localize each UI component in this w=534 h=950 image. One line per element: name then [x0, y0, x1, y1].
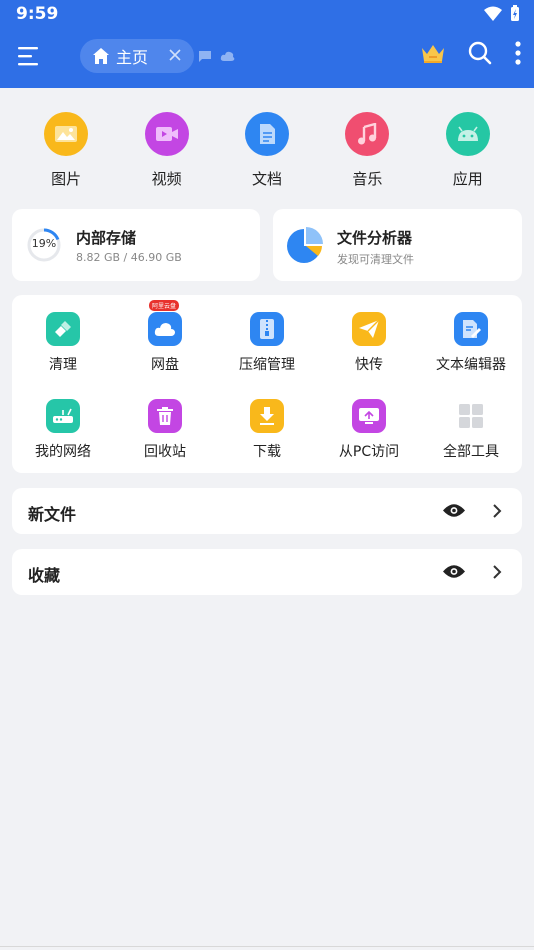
top-bar: 9:59 主页: [0, 0, 534, 88]
tool-label: 文本编辑器: [436, 357, 506, 373]
eye-icon[interactable]: [442, 563, 466, 580]
home-tab-label: 主页: [116, 48, 149, 67]
monitor-icon: [352, 399, 386, 433]
text-edit-icon: [454, 312, 488, 346]
bottom-divider: [0, 946, 534, 947]
chevron-right-icon[interactable]: [492, 503, 502, 519]
router-icon: [46, 399, 80, 433]
new-files-title: 新文件: [28, 505, 77, 524]
tool-clean[interactable]: 清理: [12, 312, 114, 374]
file-analyzer-card[interactable]: 文件分析器 发现可清理文件: [273, 209, 522, 281]
category-images[interactable]: 图片: [23, 112, 109, 192]
category-documents[interactable]: 文档: [224, 112, 310, 192]
category-label: 应用: [452, 170, 483, 188]
document-icon: [244, 112, 289, 156]
aliyun-badge: 阿里云盘: [149, 300, 180, 311]
eye-icon[interactable]: [442, 502, 466, 519]
chevron-right-icon[interactable]: [492, 564, 502, 580]
message-tab-icon[interactable]: [198, 50, 212, 63]
home-icon: [93, 48, 109, 64]
category-music[interactable]: 音乐: [324, 112, 410, 192]
analyzer-title: 文件分析器: [337, 229, 413, 247]
video-icon: [144, 112, 189, 156]
music-icon: [345, 112, 390, 156]
tool-archive-manager[interactable]: 压缩管理: [216, 312, 318, 374]
category-label: 音乐: [352, 170, 383, 188]
tool-label: 全部工具: [443, 444, 499, 460]
zip-icon: [250, 312, 284, 346]
tool-cloud-drive[interactable]: 阿里云盘 网盘: [114, 300, 216, 374]
image-icon: [44, 112, 89, 156]
new-files-section[interactable]: 新文件: [12, 488, 522, 534]
storage-title: 内部存储: [76, 229, 137, 247]
tool-label: 回收站: [144, 444, 186, 460]
broom-icon: [46, 312, 80, 346]
battery-icon: [511, 5, 519, 21]
tool-quick-transfer[interactable]: 快传: [318, 312, 420, 374]
tool-downloads[interactable]: 下载: [216, 399, 318, 461]
home-tab[interactable]: 主页: [80, 39, 194, 73]
wifi-icon: [484, 6, 502, 21]
favorites-title: 收藏: [28, 566, 61, 585]
status-time: 9:59: [16, 4, 59, 24]
download-icon: [250, 399, 284, 433]
category-label: 视频: [151, 170, 182, 188]
category-label: 文档: [251, 170, 282, 188]
menu-button[interactable]: [16, 44, 44, 72]
storage-detail: 8.82 GB / 46.90 GB: [76, 251, 182, 264]
status-icons: [484, 5, 520, 22]
tools-card: 清理 阿里云盘 网盘 压缩管理 快传 文本编辑器 我的网络 回收站 下载 从PC…: [12, 295, 522, 473]
grid-icon: [454, 399, 488, 433]
tool-label: 我的网络: [35, 444, 91, 460]
tool-all-tools[interactable]: 全部工具: [420, 399, 522, 461]
tool-label: 清理: [49, 357, 77, 373]
menu-icon: [18, 47, 38, 66]
app-bar-actions: [420, 40, 522, 66]
category-row: 图片 视频 文档 音乐 应用: [0, 112, 534, 192]
favorites-section[interactable]: 收藏: [12, 549, 522, 595]
analyzer-subtitle: 发现可清理文件: [337, 253, 414, 266]
tool-label: 压缩管理: [239, 357, 295, 373]
more-options-icon[interactable]: [514, 40, 522, 66]
close-tab-icon[interactable]: [168, 48, 182, 62]
tool-access-from-pc[interactable]: 从PC访问: [318, 399, 420, 461]
tool-label: 网盘: [151, 357, 179, 373]
crown-icon[interactable]: [420, 42, 446, 64]
category-apps[interactable]: 应用: [425, 112, 511, 192]
category-videos[interactable]: 视频: [124, 112, 210, 192]
search-icon[interactable]: [468, 41, 492, 65]
app-bar: 主页: [0, 28, 534, 88]
internal-storage-card[interactable]: 19% 内部存储 8.82 GB / 46.90 GB: [12, 209, 260, 281]
tool-label: 下载: [253, 444, 281, 460]
android-icon: [445, 112, 490, 156]
storage-percent: 19%: [31, 237, 57, 250]
tool-label: 从PC访问: [338, 444, 400, 460]
send-icon: [352, 312, 386, 346]
category-label: 图片: [51, 170, 82, 188]
tool-recycle-bin[interactable]: 回收站: [114, 399, 216, 461]
extra-tabs: [198, 50, 235, 63]
cloud-tab-icon[interactable]: [220, 50, 235, 62]
tool-my-network[interactable]: 我的网络: [12, 399, 114, 461]
status-bar: 9:59: [0, 0, 534, 28]
tool-text-editor[interactable]: 文本编辑器: [420, 312, 522, 374]
trash-icon: [148, 399, 182, 433]
cloud-icon: 阿里云盘: [148, 300, 182, 346]
tool-label: 快传: [355, 357, 383, 373]
pie-chart-icon: [287, 227, 323, 263]
